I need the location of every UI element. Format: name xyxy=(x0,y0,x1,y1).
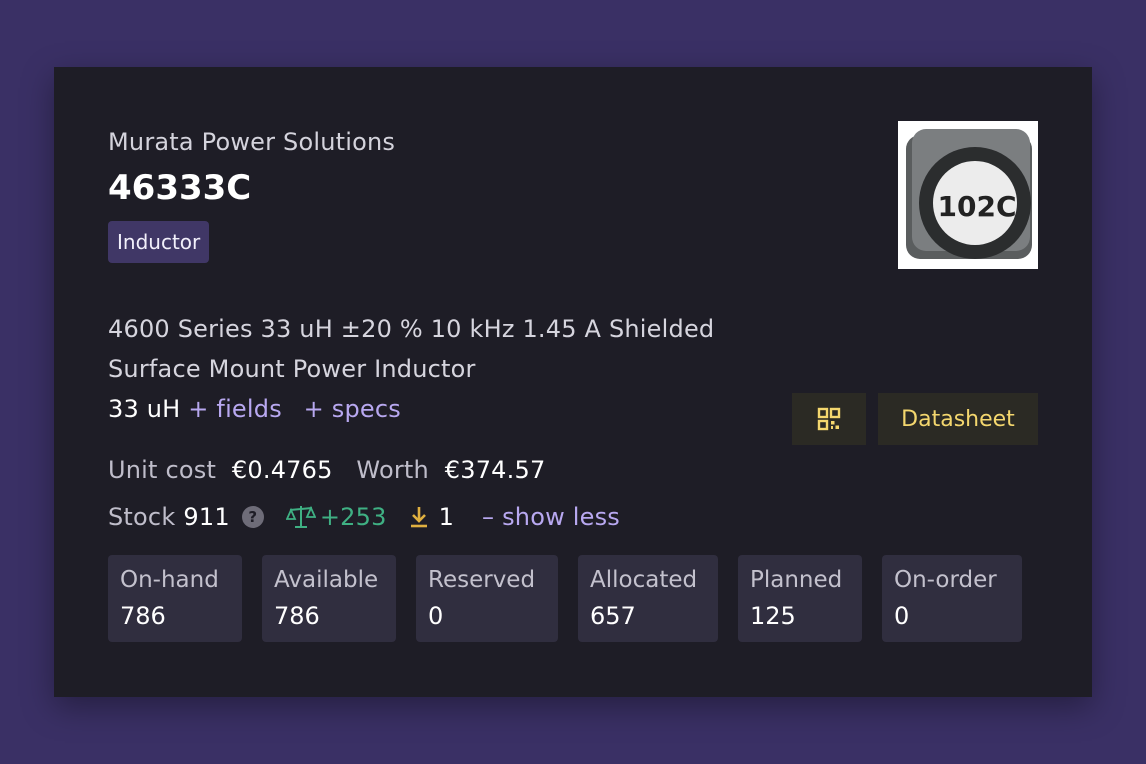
stock-breakdown: On-hand 786 Available 786 Reserved 0 All… xyxy=(108,555,1022,642)
manufacturer-name: Murata Power Solutions xyxy=(108,128,396,156)
qr-code-icon xyxy=(817,407,841,431)
datasheet-button[interactable]: Datasheet xyxy=(878,393,1038,445)
tile-value: 657 xyxy=(590,602,636,630)
tile-value: 0 xyxy=(894,602,910,630)
tile-planned: Planned 125 xyxy=(738,555,862,642)
scale-icon xyxy=(285,505,316,528)
qr-code-button[interactable] xyxy=(792,393,866,445)
tile-label: Allocated xyxy=(590,567,698,593)
tile-on-hand: On-hand 786 xyxy=(108,555,242,642)
tile-label: Planned xyxy=(750,567,843,593)
tile-reserved: Reserved 0 xyxy=(416,555,558,642)
part-card: Murata Power Solutions 46333C Inductor 1… xyxy=(54,67,1092,697)
balance-value: +253 xyxy=(319,503,387,531)
part-marking: 102C xyxy=(938,190,1017,223)
incoming-value: 1 xyxy=(438,503,455,531)
incoming-stock[interactable]: 1 xyxy=(409,497,454,537)
stock-label: Stock xyxy=(108,503,176,531)
part-image[interactable]: 102C xyxy=(898,121,1038,269)
part-value: 33 uH xyxy=(108,395,181,423)
cost-line: Unit cost €0.4765 Worth €374.57 xyxy=(108,450,545,490)
part-description: 4600 Series 33 uH ±20 % 10 kHz 1.45 A Sh… xyxy=(108,315,715,383)
add-fields-link[interactable]: + fields xyxy=(188,395,282,423)
tile-value: 0 xyxy=(428,602,444,630)
tile-on-order: On-order 0 xyxy=(882,555,1022,642)
add-specs-link[interactable]: + specs xyxy=(304,395,401,423)
show-less-toggle[interactable]: – show less xyxy=(482,497,620,537)
tile-value: 786 xyxy=(120,602,166,630)
tile-available: Available 786 xyxy=(262,555,396,642)
stock-balance[interactable]: +253 xyxy=(285,497,387,537)
unit-cost-label: Unit cost xyxy=(108,456,217,484)
stock-line: Stock 911 ? +253 1 – show less xyxy=(108,497,620,537)
tile-value: 786 xyxy=(274,602,320,630)
tile-allocated: Allocated 657 xyxy=(578,555,718,642)
unit-cost-value: €0.4765 xyxy=(231,456,333,484)
download-icon xyxy=(410,507,427,528)
tile-label: On-order xyxy=(894,567,997,593)
tile-label: Reserved xyxy=(428,567,536,593)
tile-value: 125 xyxy=(750,602,796,630)
worth-label: Worth xyxy=(356,456,429,484)
value-line: 33 uH + fields + specs xyxy=(108,389,401,429)
stock-value: 911 xyxy=(183,503,230,531)
tile-label: Available xyxy=(274,567,379,593)
part-number: 46333C xyxy=(108,168,252,208)
category-badge[interactable]: Inductor xyxy=(108,221,210,263)
worth-value: €374.57 xyxy=(444,456,546,484)
help-icon[interactable]: ? xyxy=(241,506,264,528)
tile-label: On-hand xyxy=(120,567,219,593)
